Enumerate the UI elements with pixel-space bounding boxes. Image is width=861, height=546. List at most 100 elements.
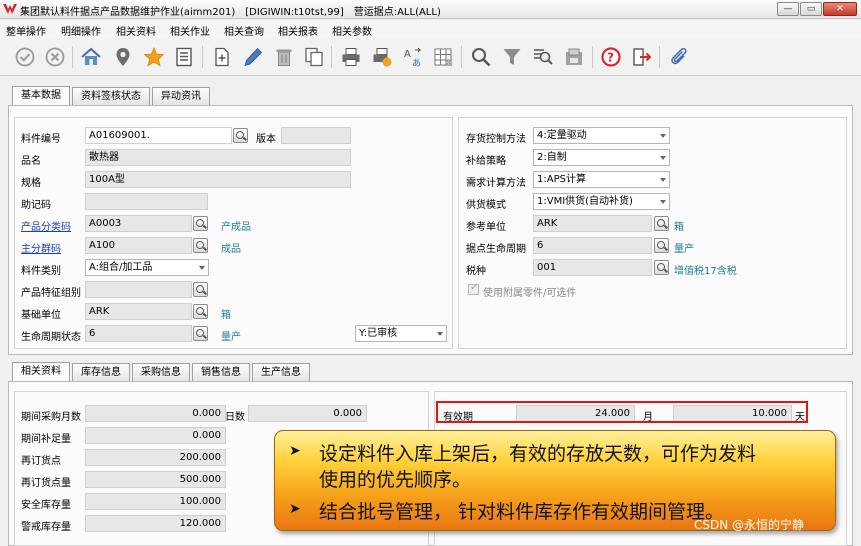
name-label: 品名	[21, 156, 41, 167]
tab-approval-status[interactable]: 资料签核状态	[72, 87, 150, 106]
menu-item-whole-doc[interactable]: 整单操作	[6, 23, 46, 38]
toolbar: Aあ ?	[0, 38, 861, 76]
inv-control-select[interactable]: 4:定量驱动	[533, 127, 670, 144]
product-class-zoom-icon[interactable]	[193, 216, 208, 231]
product-class-field[interactable]: A0003	[85, 215, 192, 232]
new-icon[interactable]	[211, 46, 233, 68]
minimize-button[interactable]: —	[777, 2, 799, 16]
warning-stock-field[interactable]: 120.000	[85, 515, 226, 532]
feature-group-field[interactable]	[85, 281, 192, 298]
grid-icon[interactable]	[432, 46, 454, 68]
base-unit-field[interactable]: ARK	[85, 303, 192, 320]
base-unit-zoom-icon[interactable]	[193, 304, 208, 319]
spec-field[interactable]: 100A型	[85, 171, 351, 188]
supply-policy-select[interactable]: 2:自制	[533, 149, 670, 166]
attach-icon[interactable]	[668, 46, 690, 68]
filter-icon[interactable]	[501, 46, 523, 68]
use-accessory-label: 使用附属零件/可选件	[483, 288, 577, 299]
main-group-field[interactable]: A100	[85, 237, 192, 254]
confirm-icon[interactable]	[14, 46, 36, 68]
query-icon[interactable]	[532, 46, 554, 68]
replenish-label: 期间补足量	[21, 434, 71, 445]
tax-label: 税种	[466, 266, 486, 277]
menu-item-related-data[interactable]: 相关资料	[116, 23, 156, 38]
mnemonic-label: 助记码	[21, 200, 51, 211]
close-button[interactable]: ✕	[823, 2, 857, 16]
name-field[interactable]: 散热器	[85, 149, 351, 166]
callout-line-3: 结合批号管理， 针对料件库存作有效期间管理。	[319, 501, 725, 523]
cancel-icon[interactable]	[44, 46, 66, 68]
menu-item-detail[interactable]: 明细操作	[61, 23, 101, 38]
feature-group-zoom-icon[interactable]	[193, 282, 208, 297]
tab-inventory-info[interactable]: 库存信息	[72, 363, 130, 382]
ref-unit-label: 参考单位	[466, 222, 506, 233]
tax-field[interactable]: 001	[533, 259, 652, 276]
star-icon[interactable]	[143, 46, 165, 68]
delete-icon[interactable]	[273, 46, 295, 68]
save-icon[interactable]	[563, 46, 585, 68]
item-type-label: 料件类别	[21, 266, 61, 277]
main-group-zoom-icon[interactable]	[193, 238, 208, 253]
menu-item-related-params[interactable]: 相关参数	[332, 23, 372, 38]
product-class-link[interactable]: 产品分类码	[21, 218, 71, 233]
help-icon[interactable]: ?	[600, 46, 622, 68]
main-group-link[interactable]: 主分群码	[21, 240, 61, 255]
item-no-zoom-icon[interactable]	[233, 128, 248, 143]
ref-unit-field[interactable]: ARK	[533, 215, 652, 232]
lifecycle-field[interactable]: 6	[85, 325, 192, 342]
reorder-qty-field[interactable]: 500.000	[85, 471, 226, 488]
lifecycle-zoom-icon[interactable]	[193, 326, 208, 341]
version-label: 版本	[256, 134, 276, 145]
safety-stock-field[interactable]: 100.000	[85, 493, 226, 510]
callout-line-1: 设定料件入库上架后，有效的存放天数，可作为发料	[319, 443, 757, 465]
tab-basic-data[interactable]: 基本数据	[12, 86, 70, 106]
site-lifecycle-label: 据点生命周期	[466, 244, 526, 255]
tab-related-data[interactable]: 相关资料	[12, 362, 70, 382]
exit-icon[interactable]	[631, 46, 653, 68]
supply-mode-select[interactable]: 1:VMI供货(自动补货)	[533, 193, 670, 210]
demand-calc-select[interactable]: 1:APS计算	[533, 171, 670, 188]
ref-unit-zoom-icon[interactable]	[654, 216, 669, 231]
item-no-field[interactable]: A01609001.	[85, 127, 232, 144]
purchase-months-field[interactable]: 0.000	[85, 405, 226, 422]
inv-control-value: 4:定量驱动	[537, 130, 587, 141]
use-accessory-checkbox[interactable]	[468, 282, 479, 295]
window-title: 集团默认料件据点产品数据维护作业(aimm201) [DIGIWIN:t10ts…	[20, 7, 441, 18]
item-type-select[interactable]: A:组合/加工品	[85, 259, 209, 276]
site-lifecycle-field[interactable]: 6	[533, 237, 652, 254]
tax-zoom-icon[interactable]	[654, 260, 669, 275]
reorder-point-field[interactable]: 200.000	[85, 449, 226, 466]
app-logo-icon	[3, 4, 17, 14]
edit-icon[interactable]	[242, 46, 264, 68]
title-bar: 集团默认料件据点产品数据维护作业(aimm201) [DIGIWIN:t10ts…	[0, 0, 861, 19]
home-icon[interactable]	[80, 46, 102, 68]
tab-purchase-info[interactable]: 采购信息	[132, 363, 190, 382]
menu-item-related-report[interactable]: 相关报表	[278, 23, 318, 38]
review-status-value: Y:已审核	[359, 328, 398, 339]
translate-icon[interactable]: Aあ	[402, 46, 424, 69]
copy-icon[interactable]	[303, 46, 325, 68]
export-icon[interactable]	[371, 46, 393, 68]
replenish-field[interactable]: 0.000	[85, 427, 226, 444]
restore-button[interactable]: ▭	[800, 2, 822, 16]
site-lifecycle-zoom-icon[interactable]	[654, 238, 669, 253]
review-status-select[interactable]: Y:已审核	[355, 325, 447, 342]
reorder-point-label: 再订货点	[21, 456, 61, 467]
days-field[interactable]: 0.000	[248, 405, 367, 422]
menu-item-related-query[interactable]: 相关查询	[224, 23, 264, 38]
tab-change-info[interactable]: 异动资讯	[152, 87, 210, 106]
version-field[interactable]	[281, 127, 351, 144]
menu-item-related-ops[interactable]: 相关作业	[170, 23, 210, 38]
search-icon[interactable]	[470, 46, 492, 68]
lifecycle-label: 生命周期状态	[21, 332, 81, 343]
location-icon[interactable]	[112, 46, 134, 68]
list-icon[interactable]	[173, 46, 195, 68]
chevron-down-icon	[437, 332, 443, 336]
demand-calc-label: 需求计算方法	[466, 178, 526, 189]
tab-production-info[interactable]: 生产信息	[252, 363, 310, 382]
tab-sales-info[interactable]: 销售信息	[192, 363, 250, 382]
site-lifecycle-desc: 量产	[674, 244, 694, 255]
print-icon[interactable]	[340, 46, 362, 68]
mnemonic-field[interactable]	[85, 193, 208, 210]
svg-text:A: A	[404, 49, 411, 60]
